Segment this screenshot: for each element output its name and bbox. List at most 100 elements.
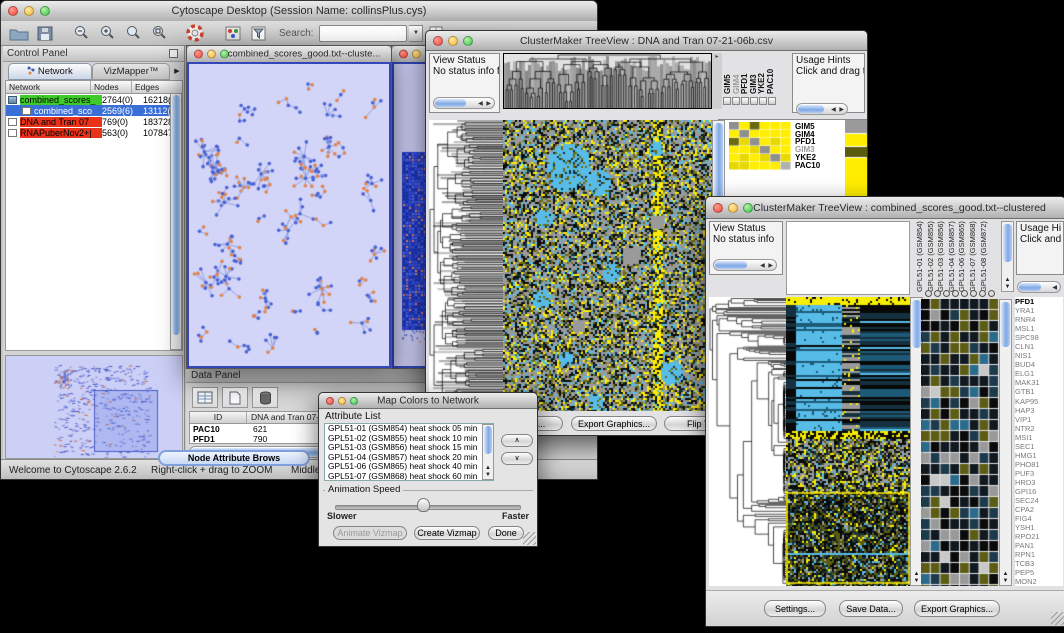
- network-overview[interactable]: [5, 355, 183, 459]
- network-canvas[interactable]: [187, 62, 391, 368]
- column-label[interactable]: PFD1: [740, 56, 749, 94]
- column-label[interactable]: GPL51-08 (GSM872): [979, 221, 990, 292]
- gene-label[interactable]: HMG1: [1015, 451, 1063, 460]
- column-label[interactable]: YKE2: [757, 56, 766, 94]
- resize-grip[interactable]: [1051, 612, 1064, 625]
- save-session-button[interactable]: [33, 23, 57, 43]
- gene-label[interactable]: YSH1: [1015, 523, 1063, 532]
- attribute-listbox[interactable]: GPL51-01 (GSM854) heat shock 05 minGPL51…: [324, 423, 494, 481]
- export-graphics-button[interactable]: Export Graphics...: [571, 416, 657, 431]
- column-label[interactable]: GPL51-01 (GSM854): [915, 221, 926, 292]
- gene-label[interactable]: PEP5: [1015, 568, 1063, 577]
- gene-label[interactable]: HAP3: [1015, 406, 1063, 415]
- gene-label[interactable]: NTR2: [1015, 424, 1063, 433]
- dendrogram-splitter[interactable]: ▸: [712, 53, 722, 109]
- minimize-icon[interactable]: [412, 50, 421, 59]
- float-panel-icon[interactable]: [169, 49, 178, 58]
- tab-overflow-button[interactable]: ▶: [171, 63, 183, 80]
- gene-label[interactable]: YRA1: [1015, 306, 1063, 315]
- export-graphics-button[interactable]: Export Graphics...: [914, 600, 1000, 617]
- gene-label[interactable]: MSI1: [1015, 433, 1063, 442]
- gene-label[interactable]: BUD4: [1015, 360, 1063, 369]
- zoom-in-button[interactable]: [95, 23, 119, 43]
- column-labels-scrollbar[interactable]: ▲▼: [1001, 221, 1014, 292]
- detail-column-icon[interactable]: [952, 290, 959, 297]
- view-status-scrollbar[interactable]: ◀ ▶: [433, 97, 495, 109]
- column-label[interactable]: GIM5: [723, 56, 732, 94]
- gene-label[interactable]: SEC1: [1015, 442, 1063, 451]
- open-session-button[interactable]: [7, 23, 31, 43]
- mini-tool-icon[interactable]: [759, 97, 767, 105]
- node-attribute-browser-button[interactable]: Node Attribute Brows: [158, 450, 310, 466]
- gene-label[interactable]: RNR4: [1015, 315, 1063, 324]
- gene-label[interactable]: FIG4: [1015, 514, 1063, 523]
- gene-label[interactable]: NIS1: [1015, 351, 1063, 360]
- tab-vizmapper[interactable]: VizMapper™: [92, 63, 170, 80]
- column-label[interactable]: PAC10: [766, 56, 775, 94]
- column-label[interactable]: GPL51-04 (GSM857): [947, 221, 958, 292]
- gene-label[interactable]: SEC24: [1015, 496, 1063, 505]
- vizmapper-button[interactable]: [221, 23, 245, 43]
- network-row[interactable]: combined_scores_ 2764(0) 16218(0): [6, 94, 182, 105]
- new-attribute-button[interactable]: [222, 387, 248, 408]
- mini-tool-icon[interactable]: [732, 97, 740, 105]
- network-list-scrollbar[interactable]: [170, 93, 182, 350]
- gene-label[interactable]: PFD1: [1015, 297, 1063, 306]
- row-dendrogram[interactable]: [709, 297, 786, 586]
- gene-label[interactable]: PAN1: [1015, 541, 1063, 550]
- tab-network[interactable]: Network: [8, 63, 92, 80]
- column-label[interactable]: GPL51-03 (GSM856): [936, 221, 947, 292]
- column-label[interactable]: GIM4: [732, 56, 741, 94]
- column-label[interactable]: GPL51-06 (GSM865): [957, 221, 968, 292]
- view-status-scrollbar[interactable]: ◀ ▶: [713, 259, 777, 271]
- mini-tool-icon[interactable]: [741, 97, 749, 105]
- gene-label[interactable]: ELG1: [1015, 369, 1063, 378]
- zoom-selected-button[interactable]: [121, 23, 145, 43]
- similarity-matrix-thumbnail[interactable]: [729, 122, 791, 170]
- heatmap-detail-view[interactable]: [921, 299, 999, 586]
- filter-button[interactable]: [247, 23, 271, 43]
- detail-column-icon[interactable]: [934, 290, 941, 297]
- data-table-button[interactable]: [192, 387, 218, 408]
- usage-hints-scrollbar[interactable]: ◀ ▶: [796, 103, 848, 115]
- column-label[interactable]: GPL51-07 (GSM868): [968, 221, 979, 292]
- detail-column-icon[interactable]: [979, 290, 986, 297]
- detail-column-icon[interactable]: [988, 290, 995, 297]
- gene-label[interactable]: TCB3: [1015, 559, 1063, 568]
- attribute-list-scrollbar[interactable]: ▲▼: [482, 424, 494, 480]
- delete-attribute-button[interactable]: [252, 387, 278, 408]
- gene-label[interactable]: RPO21: [1015, 532, 1063, 541]
- main-titlebar[interactable]: Cytoscape Desktop (Session Name: collins…: [1, 1, 597, 22]
- close-icon[interactable]: [399, 50, 408, 59]
- move-down-button[interactable]: ∨: [501, 452, 533, 465]
- mini-tool-icon[interactable]: [768, 97, 776, 105]
- attribute-list-item[interactable]: GPL51-07 (GSM868) heat shock 60 min: [325, 472, 493, 481]
- move-up-button[interactable]: ∧: [501, 434, 533, 447]
- resize-grip[interactable]: [523, 532, 536, 545]
- gene-label[interactable]: GPI16: [1015, 487, 1063, 496]
- detail-column-icon[interactable]: [961, 290, 968, 297]
- column-dendrogram[interactable]: [504, 54, 711, 108]
- network-row[interactable]: DNA and Tran 07 769(0) 183728(0): [6, 116, 182, 127]
- gene-label[interactable]: CPA2: [1015, 505, 1063, 514]
- detail-column-icon[interactable]: [970, 290, 977, 297]
- row-dendrogram[interactable]: [429, 120, 503, 411]
- gene-label[interactable]: PUF3: [1015, 469, 1063, 478]
- detail-column-icon[interactable]: [943, 290, 950, 297]
- gene-label[interactable]: MON2: [1015, 577, 1063, 586]
- mini-tool-icon[interactable]: [723, 97, 731, 105]
- gene-label[interactable]: VIP1: [1015, 415, 1063, 424]
- gene-label[interactable]: PAC10: [795, 162, 839, 170]
- gene-label[interactable]: MAK31: [1015, 378, 1063, 387]
- create-vizmap-button[interactable]: Create Vizmap: [414, 526, 480, 540]
- search-dropdown-button[interactable]: ▼: [409, 25, 423, 42]
- gene-label[interactable]: KAP95: [1015, 397, 1063, 406]
- done-button[interactable]: Done: [488, 526, 524, 540]
- heatmap[interactable]: [503, 120, 712, 411]
- detail-column-icon[interactable]: [925, 290, 932, 297]
- usage-hints-scrollbar[interactable]: ◀: [1017, 281, 1061, 293]
- zoom-out-button[interactable]: [69, 23, 93, 43]
- network-row[interactable]: combined_sco 2569(6) 13112(15): [6, 105, 182, 116]
- heatmap[interactable]: [786, 297, 910, 586]
- network-row[interactable]: RNAPuberNov2+| 563(0) 107847(0): [6, 127, 182, 138]
